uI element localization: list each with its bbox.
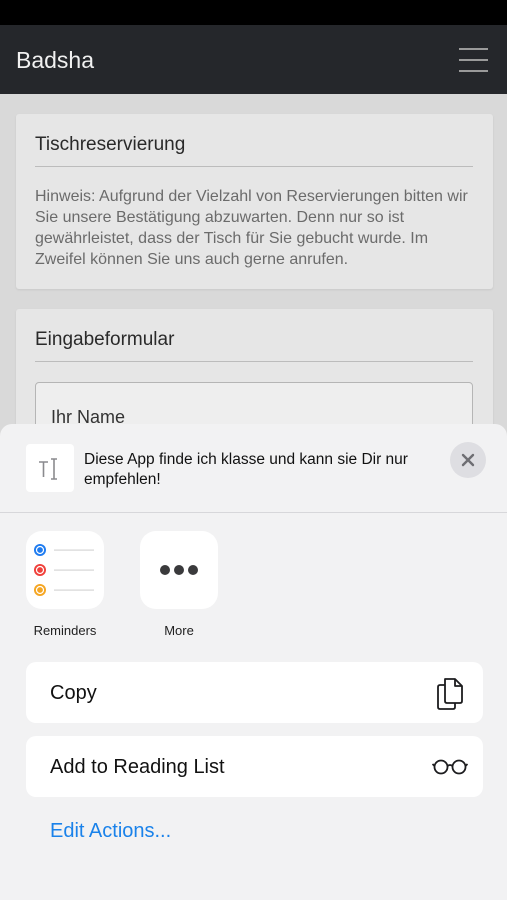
reminders-icon[interactable] <box>26 531 104 609</box>
menu-icon[interactable] <box>456 47 490 73</box>
action-label: Add to Reading List <box>50 756 225 778</box>
add-to-reading-list-action[interactable]: Add to Reading List <box>26 736 483 797</box>
copy-icon <box>437 678 463 710</box>
copy-action[interactable]: Copy <box>26 662 483 723</box>
share-preview-text: Diese App finde ich klasse und kann sie … <box>84 451 408 488</box>
preview-thumbnail <box>26 444 74 492</box>
divider <box>35 361 473 362</box>
close-button[interactable] <box>450 442 486 478</box>
text-icon <box>39 458 57 480</box>
reservation-card: Tischreservierung Hinweis: Aufgrund der … <box>16 114 493 289</box>
action-label: Copy <box>50 682 97 704</box>
status-bar <box>0 0 507 25</box>
app-label: Reminders <box>33 623 97 638</box>
navbar-brand[interactable]: Badsha <box>16 47 94 74</box>
app-label: More <box>164 623 194 638</box>
glasses-icon <box>432 759 468 775</box>
reservation-notice: Hinweis: Aufgrund der Vielzahl von Reser… <box>35 188 468 268</box>
more-icon[interactable] <box>140 531 218 609</box>
share-preview: Diese App finde ich klasse und kann sie … <box>0 424 507 512</box>
card-title: Tischreservierung <box>35 134 186 155</box>
card-title: Eingabeformular <box>35 329 175 350</box>
navbar: Badsha <box>0 25 507 94</box>
share-sheet: Diese App finde ich klasse und kann sie … <box>0 424 507 900</box>
divider <box>35 166 473 167</box>
edit-actions-link[interactable]: Edit Actions... <box>50 820 171 843</box>
close-icon <box>461 453 475 467</box>
divider <box>0 512 507 513</box>
